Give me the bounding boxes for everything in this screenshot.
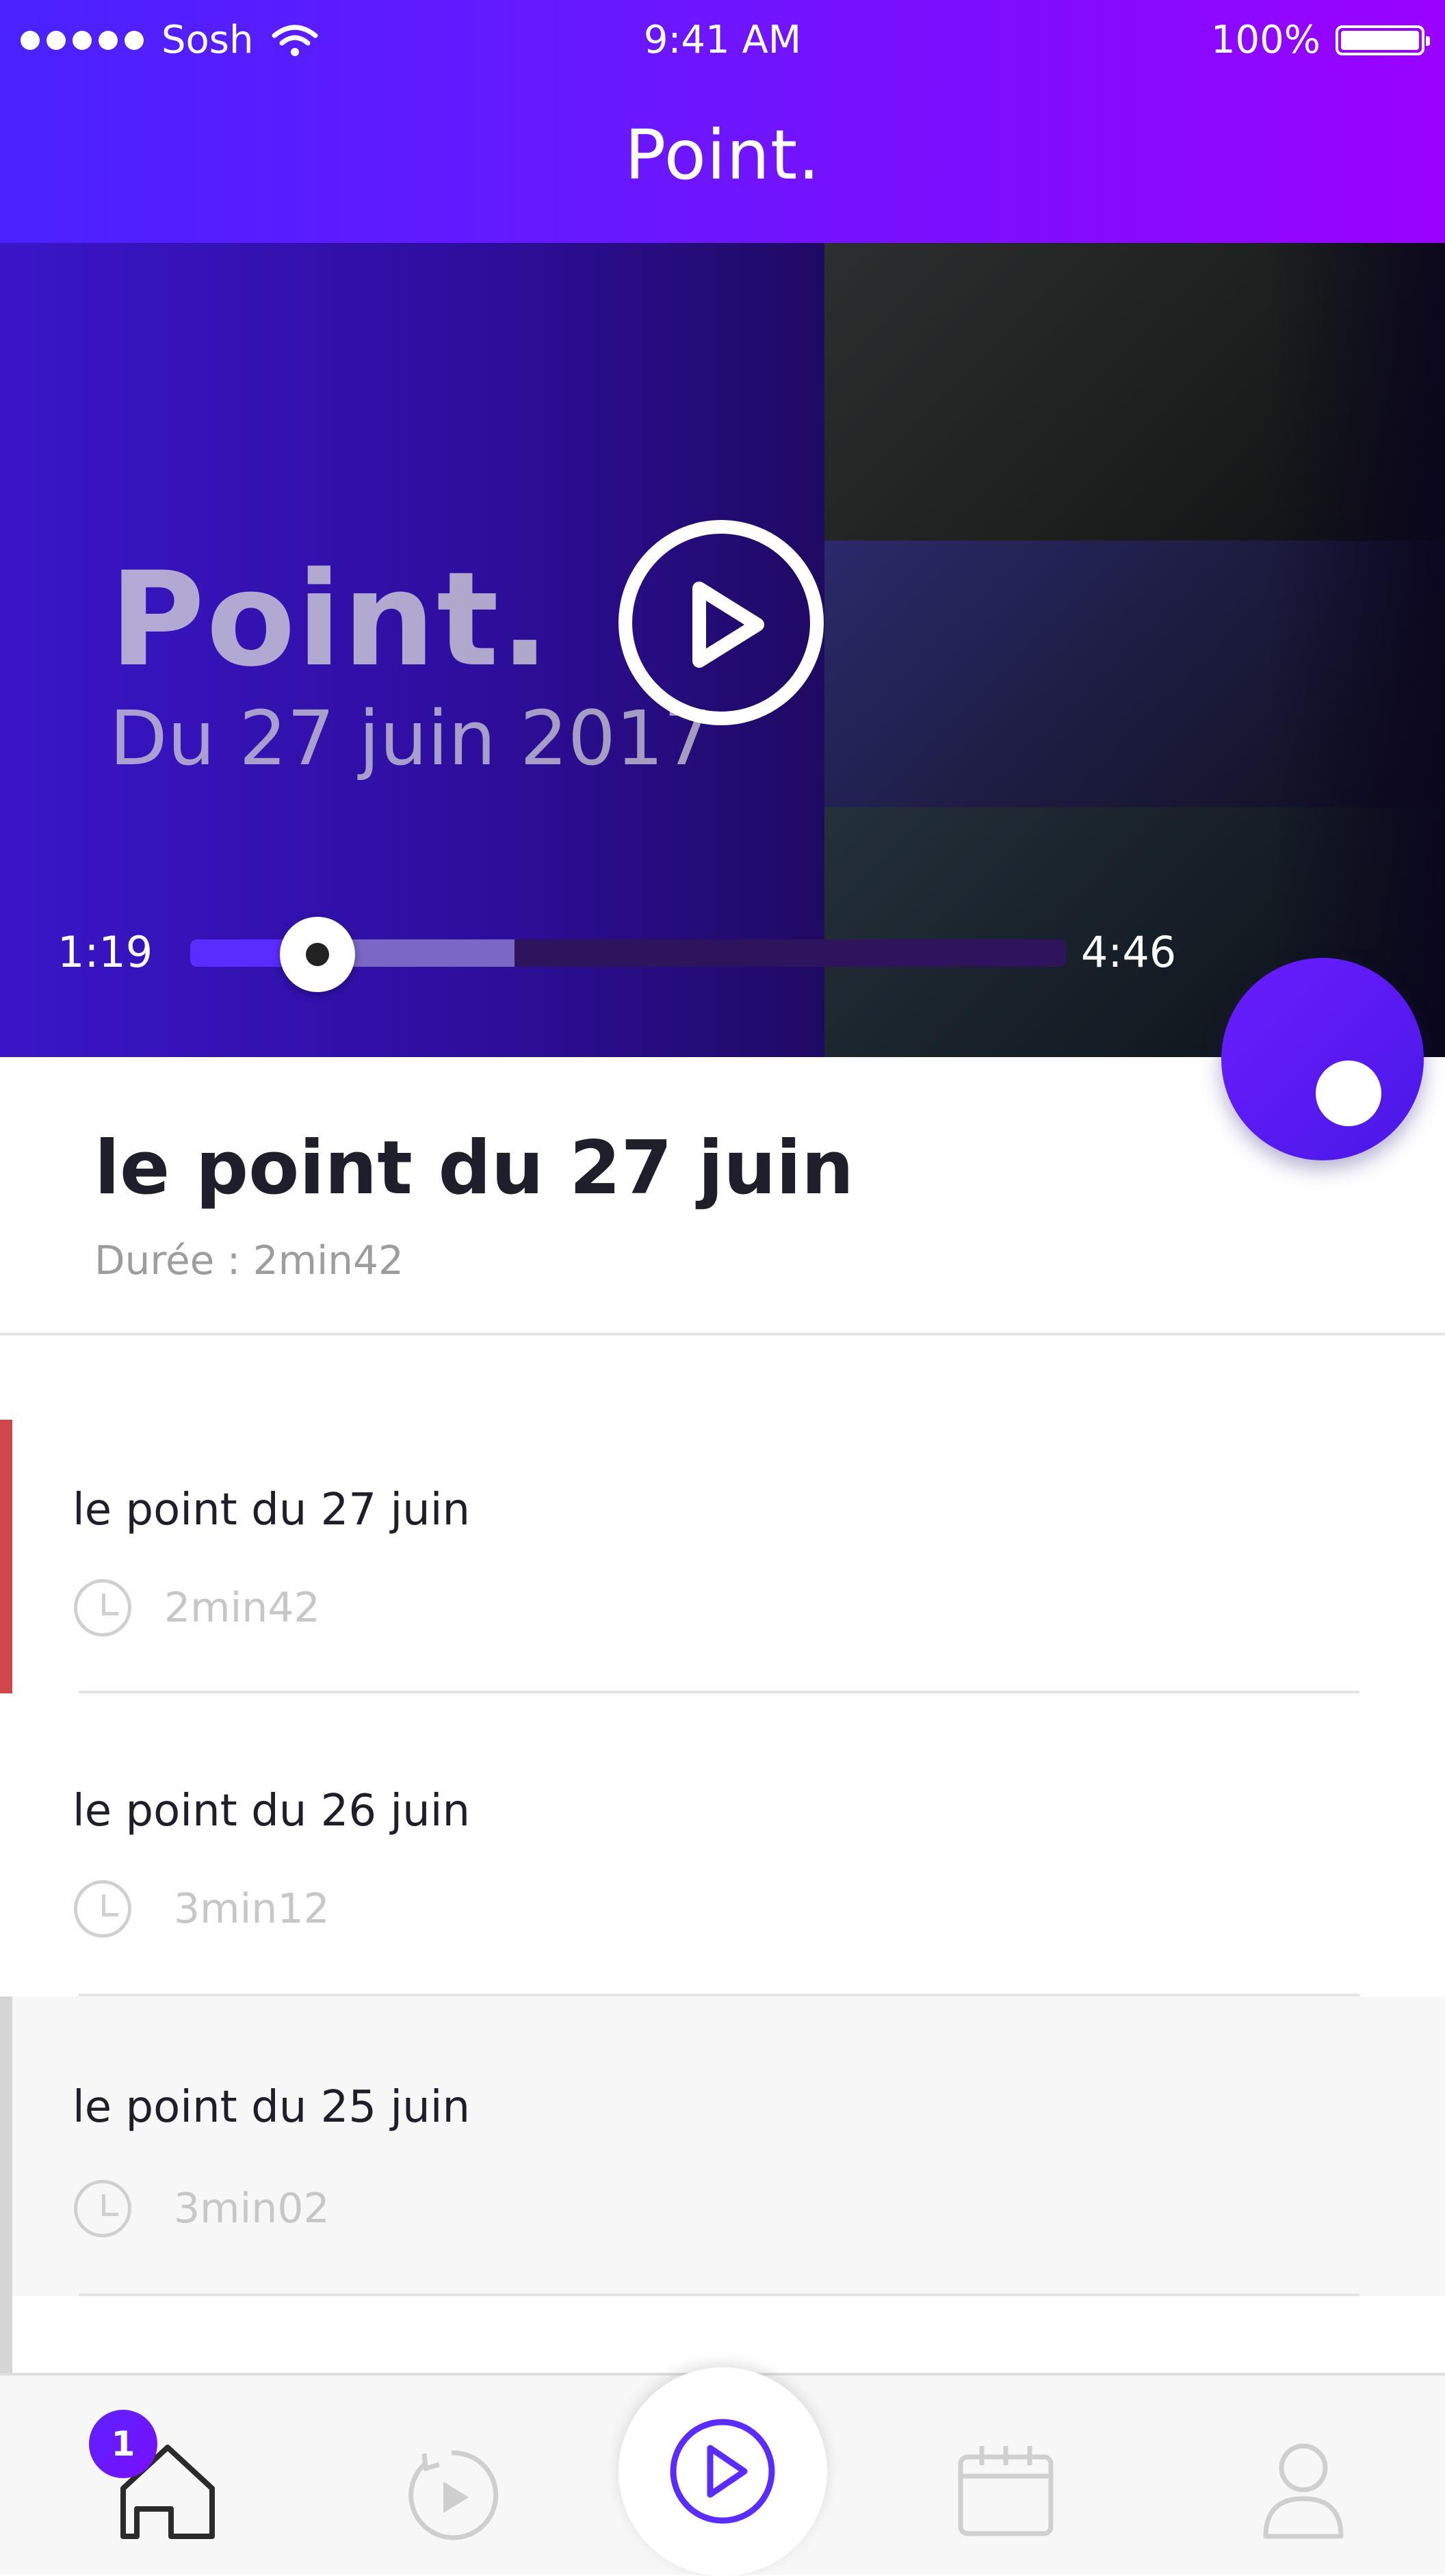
progress-handle[interactable] (279, 917, 355, 992)
play-circle-icon (670, 2419, 775, 2524)
battery-icon (1336, 25, 1430, 55)
section-divider (0, 1333, 1445, 1336)
status-right: 100% (1210, 18, 1430, 62)
clock-icon (74, 1579, 131, 1637)
tab-calendar[interactable] (937, 2376, 1067, 2575)
list-item-title: le point du 25 juin (73, 2082, 471, 2133)
toggle-knob (1316, 1061, 1381, 1126)
tab-player[interactable] (619, 2367, 827, 2576)
thumbnail-shade (1267, 243, 1445, 1057)
list-item-duration-row: 3min12 (74, 1880, 330, 1938)
clock-icon (74, 1880, 131, 1938)
list-item[interactable]: le point du 26 juin 3min12 (0, 1693, 1445, 1996)
list-item-duration: 2min42 (164, 1584, 320, 1632)
app-title: Point. (624, 115, 821, 195)
app-header: Sosh 9:41 AM 100% Point. (0, 0, 1445, 243)
episode-title: le point du 27 juin (94, 1126, 855, 1211)
episode-duration: Durée : 2min42 (94, 1237, 404, 1284)
list-separator (79, 2293, 1359, 2296)
replay-icon (408, 2450, 499, 2540)
video-overlay-subtitle: Du 27 juin 2017 (109, 694, 712, 782)
total-time: 4:46 (1081, 927, 1177, 977)
list-item-title: le point du 26 juin (73, 1786, 471, 1836)
tab-replay[interactable] (383, 2376, 513, 2575)
video-play-button[interactable] (619, 520, 824, 725)
profile-icon (1263, 2443, 1344, 2539)
notification-badge: 1 (89, 2410, 157, 2478)
battery-percent: 100% (1210, 18, 1320, 62)
play-icon (692, 582, 764, 668)
list-item-title: le point du 27 juin (73, 1485, 471, 1535)
elapsed-time: 1:19 (57, 927, 153, 977)
now-playing-marker (0, 1420, 12, 1693)
tab-profile[interactable] (1245, 2376, 1362, 2575)
list-item-duration: 3min02 (174, 2185, 330, 2233)
calendar-icon (958, 2446, 1054, 2536)
pressed-marker (0, 1996, 12, 2373)
video-overlay-title: Point. (109, 544, 551, 695)
status-bar: Sosh 9:41 AM 100% (21, 11, 1430, 66)
list-item[interactable]: le point du 27 juin 2min42 (0, 1420, 1445, 1693)
list-item[interactable]: le point du 25 juin 3min02 (0, 1996, 1445, 2373)
video-player[interactable]: Point. Du 27 juin 2017 1:19 4:46 (0, 243, 1445, 1057)
list-item-duration-row: 3min02 (74, 2180, 330, 2237)
clock-icon (74, 2180, 131, 2237)
floating-toggle-button[interactable] (1221, 958, 1424, 1160)
list-item-duration: 3min12 (174, 1885, 330, 1933)
list-item-duration-row: 2min42 (74, 1579, 320, 1637)
